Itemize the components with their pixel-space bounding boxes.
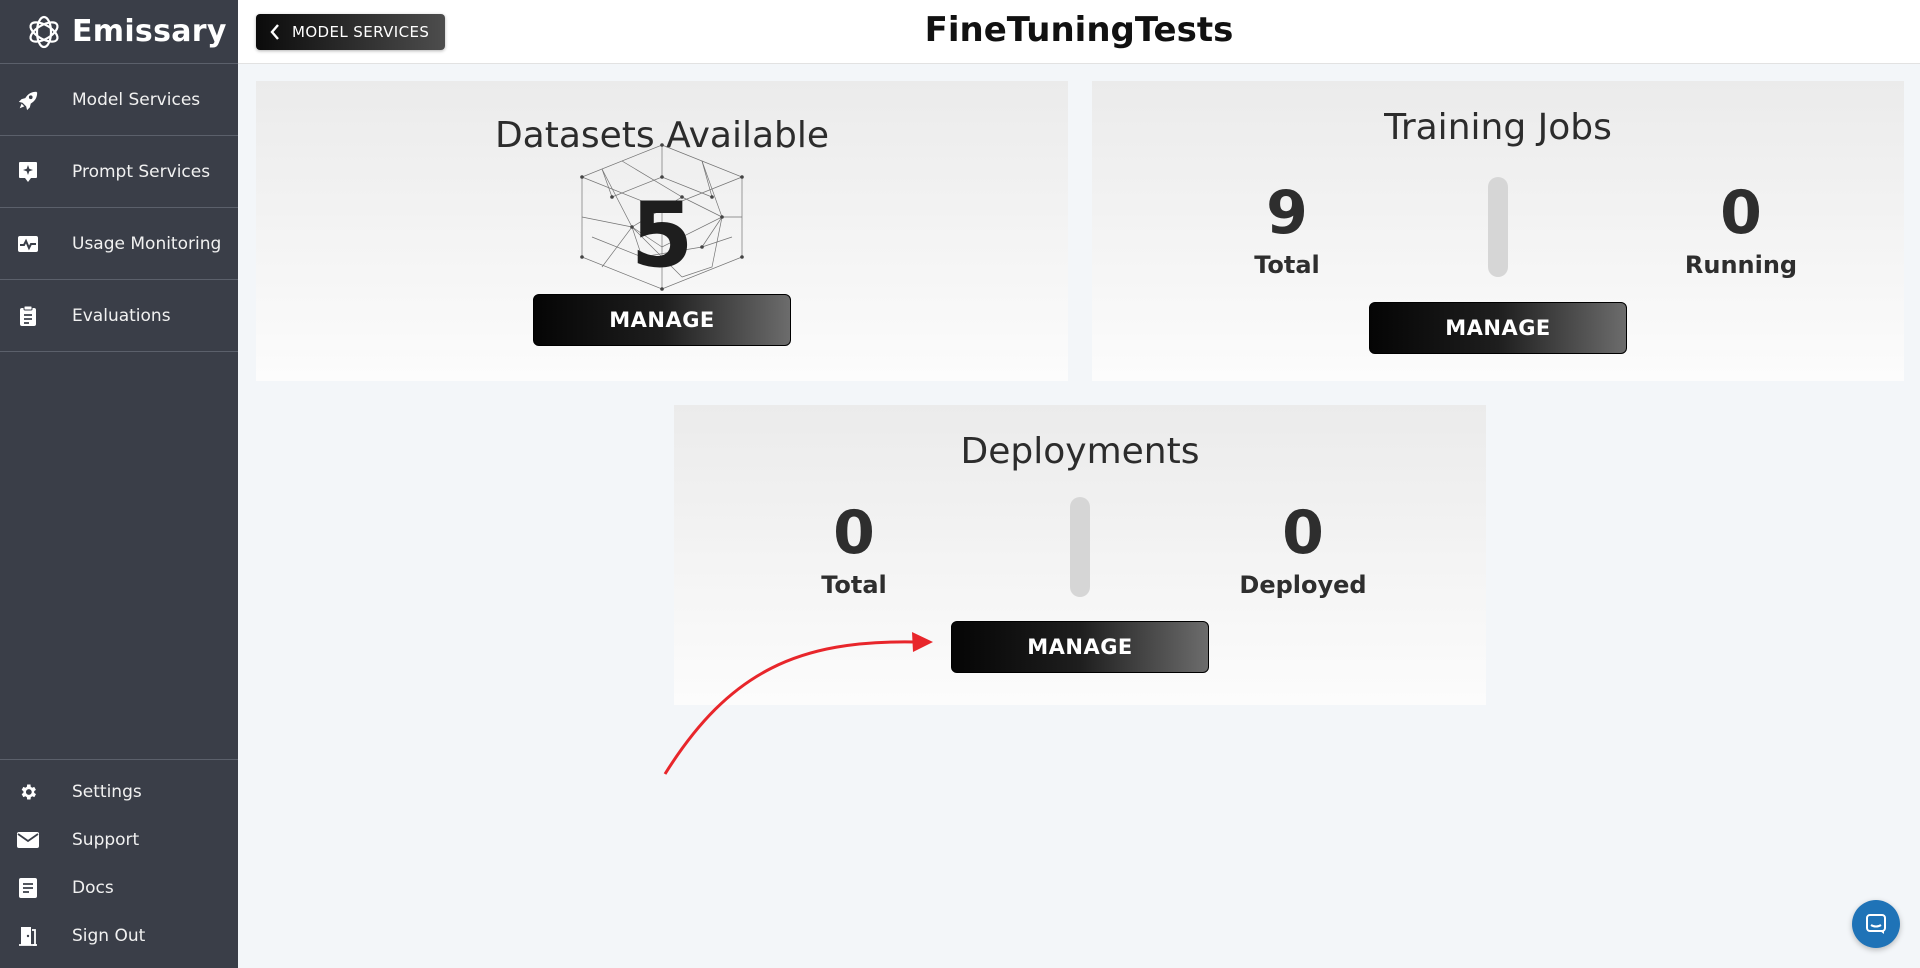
sidebar-item-label: Model Services: [72, 89, 201, 110]
top-header: MODEL SERVICES FineTuningTests: [238, 0, 1920, 64]
deployments-manage-button[interactable]: MANAGE: [951, 621, 1209, 673]
chat-bubble-icon: [1866, 914, 1886, 934]
training-jobs-manage-button[interactable]: MANAGE: [1369, 302, 1627, 354]
datasets-count: 5: [630, 183, 694, 288]
sidebar-item-evaluations[interactable]: Evaluations: [0, 280, 238, 352]
sidebar-bottom-nav: Settings Support Docs Sign Out: [0, 759, 238, 968]
pulse-monitor-icon: [17, 233, 39, 255]
brand-name: Emissary: [72, 14, 227, 49]
training-running-label: Running: [1684, 251, 1798, 279]
sidebar-item-label: Evaluations: [72, 305, 171, 326]
sidebar-item-usage-monitoring[interactable]: Usage Monitoring: [0, 208, 238, 280]
envelope-icon: [17, 829, 39, 851]
training-total-value: 9: [1266, 178, 1308, 248]
sidebar-item-settings[interactable]: Settings: [0, 768, 238, 816]
training-running-stat: 0 Running: [1621, 183, 1861, 279]
sidebar-item-label: Docs: [72, 878, 114, 898]
deployments-total-label: Total: [821, 571, 887, 599]
deployments-deployed-stat: 0 Deployed: [1183, 503, 1423, 599]
sidebar-item-sign-out[interactable]: Sign Out: [0, 912, 238, 960]
datasets-manage-button[interactable]: MANAGE: [533, 294, 791, 346]
rocket-icon: [17, 89, 39, 111]
sidebar-item-label: Sign Out: [72, 926, 146, 946]
training-total-label: Total: [1254, 251, 1320, 279]
brand[interactable]: Emissary: [0, 0, 238, 64]
sidebar-item-prompt-services[interactable]: Prompt Services: [0, 136, 238, 208]
document-icon: [17, 877, 39, 899]
sidebar-item-label: Prompt Services: [72, 161, 211, 182]
deployments-stat-divider: [1070, 497, 1090, 597]
training-jobs-card-title: Training Jobs: [1384, 107, 1612, 148]
deployments-total-stat: 0 Total: [734, 503, 974, 599]
sidebar-item-label: Settings: [72, 782, 142, 802]
training-total-stat: 9 Total: [1167, 183, 1407, 279]
deployments-deployed-label: Deployed: [1239, 571, 1367, 599]
datasets-card: Datasets Available 5 MANAGE: [256, 81, 1068, 381]
sidebar-item-model-services[interactable]: Model Services: [0, 64, 238, 136]
sidebar-item-docs[interactable]: Docs: [0, 864, 238, 912]
deployments-card: Deployments 0 Total 0 Deployed MANAGE: [674, 405, 1486, 705]
deployments-total-value: 0: [833, 498, 875, 568]
sidebar-item-label: Usage Monitoring: [72, 233, 222, 254]
door-exit-icon: [17, 925, 39, 947]
training-jobs-card: Training Jobs 9 Total 0 Running MANAGE: [1092, 81, 1904, 381]
sidebar-item-label: Support: [72, 830, 140, 850]
deployments-card-title: Deployments: [960, 431, 1200, 472]
training-stat-divider: [1488, 177, 1508, 277]
gear-icon: [17, 781, 39, 803]
sidebar-item-support[interactable]: Support: [0, 816, 238, 864]
training-running-value: 0: [1720, 178, 1762, 248]
sparkle-chat-icon: [17, 161, 39, 183]
deployments-deployed-value: 0: [1282, 498, 1324, 568]
page-title: FineTuningTests: [924, 10, 1234, 50]
clipboard-icon: [17, 305, 39, 327]
chat-widget-button[interactable]: [1852, 900, 1900, 948]
emissary-logo-icon: [29, 15, 59, 48]
sidebar: Emissary Model Services Prompt Services …: [0, 0, 238, 968]
